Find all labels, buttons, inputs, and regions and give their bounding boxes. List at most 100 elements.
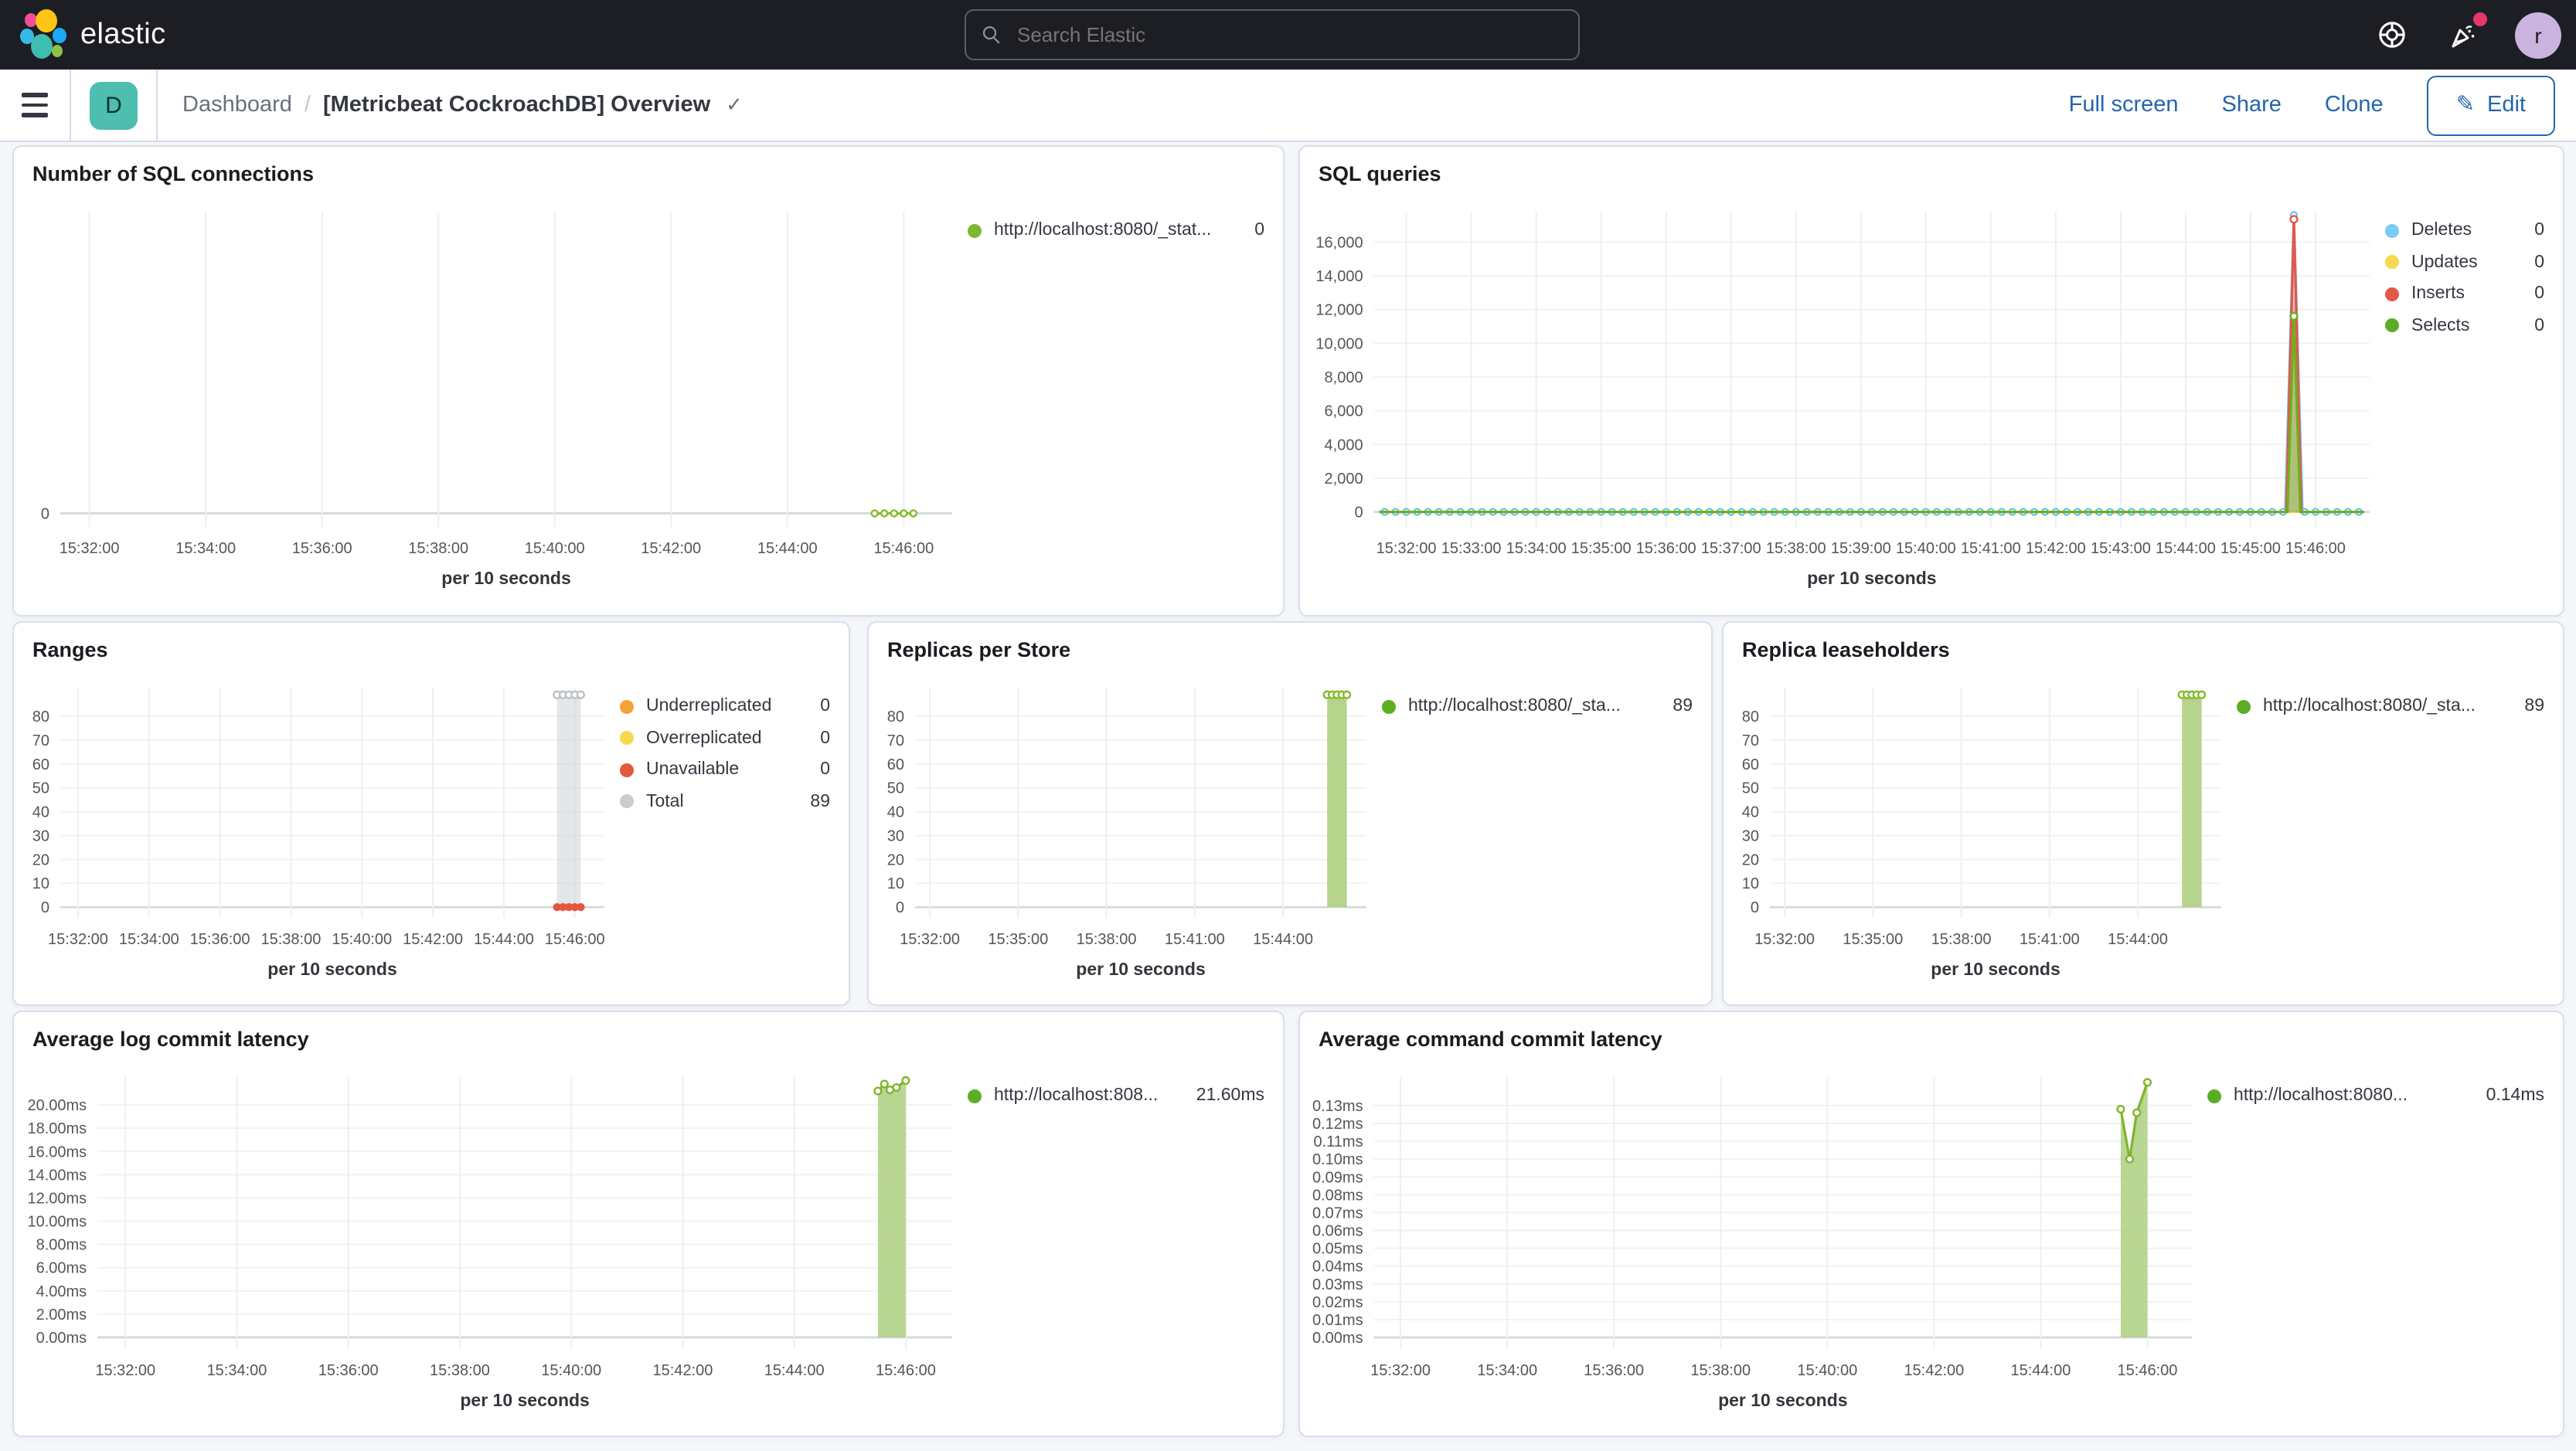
legend-item[interactable]: Underreplicated 0 xyxy=(620,697,830,715)
hamburger-icon xyxy=(22,93,48,97)
share-button[interactable]: Share xyxy=(2222,93,2282,117)
panel-title: Average command commit latency xyxy=(1319,1028,1662,1051)
legend-series-dot xyxy=(2385,255,2399,269)
svg-text:70: 70 xyxy=(32,732,49,749)
legend-item[interactable]: http://localhost:808... 21.60ms xyxy=(968,1086,1264,1105)
svg-text:20: 20 xyxy=(887,851,904,868)
legend-series-dot xyxy=(2237,699,2251,713)
svg-text:15:38:00: 15:38:00 xyxy=(261,931,322,948)
svg-text:15:38:00: 15:38:00 xyxy=(1931,931,1992,948)
svg-text:15:44:00: 15:44:00 xyxy=(1253,931,1313,948)
full-screen-button[interactable]: Full screen xyxy=(2069,93,2179,117)
svg-text:per 10 seconds: per 10 seconds xyxy=(1807,568,1936,588)
svg-text:15:44:00: 15:44:00 xyxy=(757,540,818,557)
chart-canvas[interactable]: 0 2,000 4,000 6,000 8,000 10,000 12,000 14,000 1… xyxy=(1300,190,2382,595)
help-button[interactable] xyxy=(2373,16,2410,53)
chart-legend: http://localhost:8080... 0.14ms xyxy=(2204,1055,2563,1118)
svg-text:80: 80 xyxy=(32,709,49,726)
legend-series-value: 0 xyxy=(1254,221,1264,240)
svg-text:8,000: 8,000 xyxy=(1325,369,1363,386)
svg-text:16.00ms: 16.00ms xyxy=(27,1143,87,1160)
legend-series-dot xyxy=(1382,699,1396,713)
svg-text:15:41:00: 15:41:00 xyxy=(1961,540,2021,557)
chart-legend: http://localhost:8080/_sta... 89 xyxy=(1379,666,1711,729)
legend-item[interactable]: http://localhost:8080/_sta... 89 xyxy=(1382,697,1693,715)
clone-button[interactable]: Clone xyxy=(2325,93,2384,117)
panel-replicas-per-store: Replicas per Store 0 10 20 30 40 50 60 70 80 15:3… xyxy=(867,621,1713,1006)
dashboard-toolbar: D Dashboard / [Metricbeat CockroachDB] O… xyxy=(0,70,2576,142)
chart-legend: http://localhost:8080/_sta... 89 xyxy=(2234,666,2563,729)
chart-legend: http://localhost:8080/_stat... 0 xyxy=(965,190,1283,253)
svg-text:12,000: 12,000 xyxy=(1315,302,1363,319)
legend-item[interactable]: http://localhost:8080/_stat... 0 xyxy=(968,221,1264,240)
legend-item[interactable]: Updates 0 xyxy=(2385,253,2544,271)
newsfeed-button[interactable] xyxy=(2444,12,2487,53)
svg-text:0.05ms: 0.05ms xyxy=(1312,1241,1363,1258)
svg-text:80: 80 xyxy=(1742,709,1759,726)
svg-text:2.00ms: 2.00ms xyxy=(36,1307,87,1324)
legend-series-label: Unavailable xyxy=(646,760,740,779)
chart-canvas[interactable]: 0 10 20 30 40 50 60 70 80 15:32:00 15:35:00 15:38:0… xyxy=(1724,666,2234,986)
svg-text:4,000: 4,000 xyxy=(1325,437,1363,454)
svg-text:30: 30 xyxy=(32,827,49,844)
chart-canvas[interactable]: 0.00ms 2.00ms 4.00ms 6.00ms 8.00ms 10.00ms 12.… xyxy=(14,1055,965,1417)
legend-series-dot xyxy=(620,763,634,776)
chart-canvas[interactable]: 0 15:32:00 15:34:00 15:36:00 15:38:00 15:40:0… xyxy=(14,190,965,595)
svg-text:15:38:00: 15:38:00 xyxy=(1077,931,1137,948)
svg-text:15:32:00: 15:32:00 xyxy=(1370,1362,1431,1379)
legend-item[interactable]: Selects 0 xyxy=(2385,316,2544,335)
svg-text:per 10 seconds: per 10 seconds xyxy=(441,568,570,588)
svg-text:40: 40 xyxy=(1742,804,1759,821)
svg-text:60: 60 xyxy=(1742,756,1759,773)
legend-item[interactable]: Unavailable 0 xyxy=(620,760,830,779)
menu-button[interactable] xyxy=(0,70,71,141)
legend-item[interactable]: http://localhost:8080... 0.14ms xyxy=(2207,1086,2544,1105)
lifebuoy-icon xyxy=(2378,22,2404,48)
breadcrumb-dashboard-link[interactable]: Dashboard xyxy=(182,93,292,117)
legend-series-dot xyxy=(620,731,634,745)
svg-text:0.08ms: 0.08ms xyxy=(1312,1187,1363,1204)
legend-item[interactable]: Deletes 0 xyxy=(2385,221,2544,240)
elastic-logo[interactable]: elastic xyxy=(19,8,166,61)
chart-canvas[interactable]: 0 10 20 30 40 50 60 70 80 15:32:00 15:35:00 15:38:0… xyxy=(869,666,1379,986)
chart-canvas[interactable]: 0 10 20 30 40 50 60 70 80 15:32:00 15:34:00 15:36:0… xyxy=(14,666,617,986)
user-avatar[interactable]: r xyxy=(2515,12,2561,58)
legend-series-label: Selects xyxy=(2411,316,2470,335)
svg-text:0: 0 xyxy=(1751,899,1759,916)
svg-text:40: 40 xyxy=(887,804,904,821)
check-icon[interactable]: ✓ xyxy=(726,93,743,117)
svg-text:12.00ms: 12.00ms xyxy=(27,1190,87,1207)
svg-text:0: 0 xyxy=(1354,505,1363,522)
party-popper-icon xyxy=(2452,25,2475,47)
legend-item[interactable]: Overreplicated 0 xyxy=(620,729,830,747)
chart-canvas[interactable]: 0.00ms0.01ms0.02ms0.03ms0.04ms0.05ms0.06… xyxy=(1300,1055,2204,1417)
svg-text:6.00ms: 6.00ms xyxy=(36,1260,87,1277)
svg-text:0.00ms: 0.00ms xyxy=(1312,1330,1363,1347)
svg-text:15:34:00: 15:34:00 xyxy=(207,1362,267,1379)
svg-text:15:39:00: 15:39:00 xyxy=(1831,540,1891,557)
legend-series-value: 89 xyxy=(2524,697,2544,715)
search-input[interactable] xyxy=(1014,22,1578,48)
svg-text:0.10ms: 0.10ms xyxy=(1312,1151,1363,1168)
logo-text: elastic xyxy=(80,18,166,50)
svg-text:0.01ms: 0.01ms xyxy=(1312,1312,1363,1329)
svg-text:0: 0 xyxy=(41,899,49,916)
legend-item[interactable]: Inserts 0 xyxy=(2385,284,2544,303)
svg-text:2,000: 2,000 xyxy=(1325,471,1363,488)
chart-legend: Underreplicated 0 Overreplicated 0 Unavailab… xyxy=(617,666,849,824)
svg-text:15:44:00: 15:44:00 xyxy=(2156,540,2216,557)
legend-item[interactable]: http://localhost:8080/_sta... 89 xyxy=(2237,697,2544,715)
svg-text:6,000: 6,000 xyxy=(1325,403,1363,420)
svg-text:0: 0 xyxy=(41,505,49,522)
edit-button[interactable]: ✎ Edit xyxy=(2426,75,2555,135)
svg-text:18.00ms: 18.00ms xyxy=(27,1120,87,1137)
svg-text:per 10 seconds: per 10 seconds xyxy=(1931,959,2060,979)
breadcrumb: Dashboard / [Metricbeat CockroachDB] Ove… xyxy=(182,93,743,117)
svg-text:10: 10 xyxy=(887,875,904,892)
space-selector[interactable]: D xyxy=(71,70,158,141)
legend-series-dot xyxy=(2385,318,2399,332)
global-search[interactable] xyxy=(965,9,1580,60)
page-title: [Metricbeat CockroachDB] Overview xyxy=(322,93,711,117)
svg-text:0: 0 xyxy=(896,899,904,916)
legend-item[interactable]: Total 89 xyxy=(620,792,830,810)
